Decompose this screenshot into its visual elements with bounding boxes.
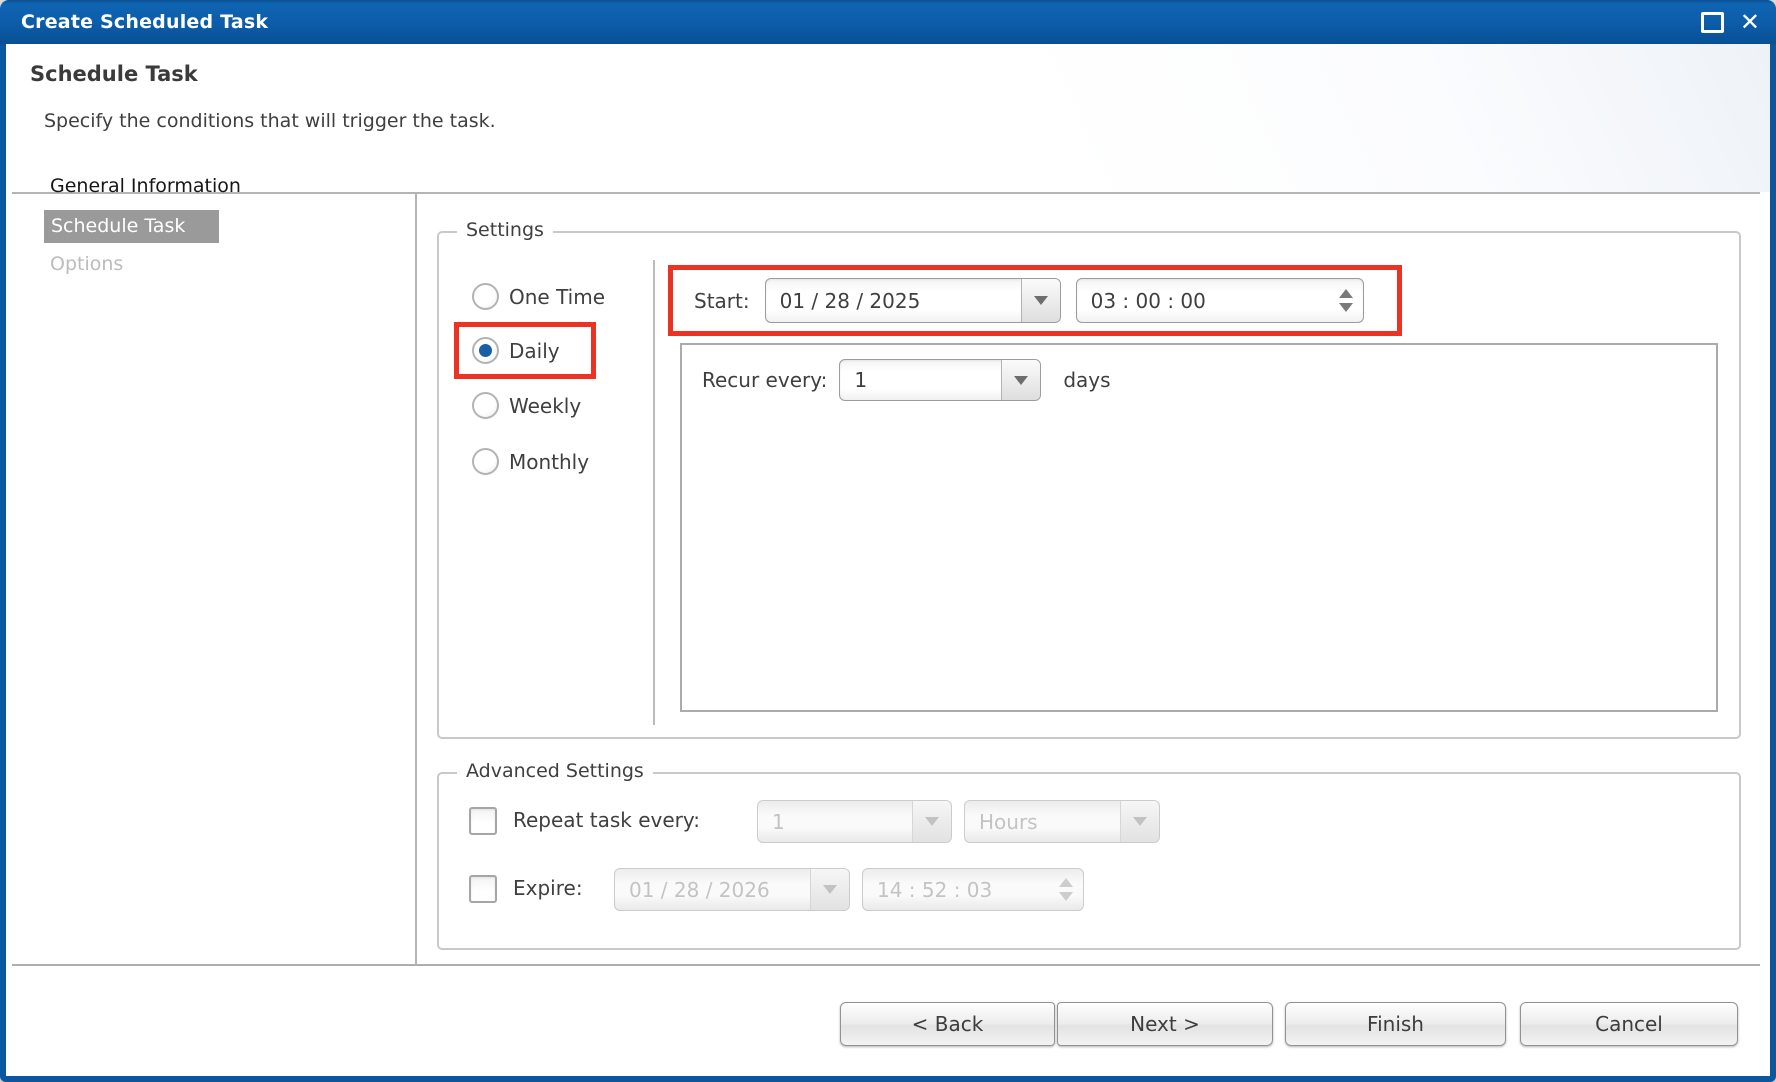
repeat-interval-value: 1 bbox=[758, 810, 785, 834]
chevron-down-icon bbox=[912, 801, 951, 842]
advanced-settings-legend: Advanced Settings bbox=[457, 760, 653, 782]
chevron-down-icon[interactable] bbox=[1021, 279, 1060, 322]
header-separator bbox=[12, 192, 1760, 194]
radio-monthly[interactable]: Monthly bbox=[472, 448, 589, 475]
start-highlight-box: Start: 01 / 28 / 2025 03 : 00 : 00 bbox=[668, 265, 1402, 336]
settings-inner-divider bbox=[653, 260, 655, 725]
spinner-arrows[interactable] bbox=[1339, 279, 1353, 322]
repeat-task-checkbox[interactable] bbox=[469, 807, 497, 835]
daily-options-panel: Recur every: 1 days bbox=[680, 343, 1718, 712]
create-scheduled-task-dialog: Create Scheduled Task ✕ Schedule Task Sp… bbox=[0, 0, 1776, 1082]
dialog-content: Schedule Task Specify the conditions tha… bbox=[6, 44, 1770, 1076]
expire-time-spinner: 14 : 52 : 03 bbox=[862, 868, 1084, 911]
chevron-down-icon[interactable] bbox=[1001, 360, 1040, 400]
recur-every-label: Recur every: bbox=[702, 368, 827, 392]
close-icon[interactable]: ✕ bbox=[1740, 10, 1760, 34]
repeat-unit-value: Hours bbox=[965, 810, 1038, 834]
start-time-spinner[interactable]: 03 : 00 : 00 bbox=[1076, 278, 1364, 323]
recur-row: Recur every: 1 days bbox=[702, 359, 1111, 401]
start-date-dropdown[interactable]: 01 / 28 / 2025 bbox=[765, 278, 1061, 323]
next-button[interactable]: Next > bbox=[1057, 1002, 1273, 1046]
page-title: Schedule Task bbox=[30, 62, 198, 86]
repeat-unit-dropdown: Hours bbox=[964, 800, 1160, 843]
radio-weekly[interactable]: Weekly bbox=[472, 392, 581, 419]
repeat-task-row: Repeat task every: 1 Hours bbox=[439, 800, 1739, 844]
radio-one-time[interactable]: One Time bbox=[472, 283, 605, 310]
finish-button[interactable]: Finish bbox=[1285, 1002, 1506, 1046]
cancel-button[interactable]: Cancel bbox=[1520, 1002, 1738, 1046]
window-controls: ✕ bbox=[1701, 0, 1760, 44]
expire-time-value: 14 : 52 : 03 bbox=[863, 878, 992, 902]
recur-value-dropdown[interactable]: 1 bbox=[839, 359, 1041, 401]
radio-weekly-circle[interactable] bbox=[472, 392, 499, 419]
chevron-down-icon bbox=[810, 869, 849, 910]
radio-monthly-circle[interactable] bbox=[472, 448, 499, 475]
sidebar-item-schedule-task[interactable]: Schedule Task bbox=[44, 210, 219, 243]
start-label: Start: bbox=[694, 289, 750, 313]
recur-unit-label: days bbox=[1063, 368, 1110, 392]
radio-weekly-label: Weekly bbox=[509, 394, 581, 418]
window-title: Create Scheduled Task bbox=[21, 11, 268, 33]
spin-up-icon[interactable] bbox=[1339, 289, 1353, 298]
advanced-settings-groupbox: Advanced Settings Repeat task every: 1 H… bbox=[437, 772, 1741, 950]
radio-one-time-label: One Time bbox=[509, 285, 605, 309]
spin-down-icon bbox=[1059, 892, 1073, 901]
sidebar-item-general-information[interactable]: General Information bbox=[50, 175, 241, 197]
settings-groupbox: Settings One Time Daily Weekly Monthly bbox=[437, 231, 1741, 739]
chevron-down-icon bbox=[1120, 801, 1159, 842]
expire-label: Expire: bbox=[513, 876, 583, 900]
back-button[interactable]: < Back bbox=[840, 1002, 1055, 1046]
start-date-value: 01 / 28 / 2025 bbox=[766, 289, 921, 313]
recur-value: 1 bbox=[840, 368, 867, 392]
maximize-icon[interactable] bbox=[1701, 12, 1724, 33]
expire-row: Expire: 01 / 28 / 2026 14 : 52 : 03 bbox=[439, 868, 1739, 912]
expire-checkbox[interactable] bbox=[469, 875, 497, 903]
expire-date-value: 01 / 28 / 2026 bbox=[615, 878, 770, 902]
titlebar[interactable]: Create Scheduled Task ✕ bbox=[0, 0, 1776, 44]
sidebar-item-options: Options bbox=[50, 253, 123, 275]
page-subtitle: Specify the conditions that will trigger… bbox=[44, 110, 496, 132]
spin-up-icon bbox=[1059, 878, 1073, 887]
repeat-task-label: Repeat task every: bbox=[513, 808, 700, 832]
start-time-value: 03 : 00 : 00 bbox=[1077, 289, 1206, 313]
expire-date-dropdown: 01 / 28 / 2026 bbox=[614, 868, 850, 911]
repeat-interval-dropdown: 1 bbox=[757, 800, 952, 843]
daily-highlight-box bbox=[454, 322, 596, 379]
spin-down-icon[interactable] bbox=[1339, 303, 1353, 312]
sidebar-divider bbox=[415, 193, 417, 964]
radio-one-time-circle[interactable] bbox=[472, 283, 499, 310]
footer-separator bbox=[12, 964, 1760, 966]
settings-legend: Settings bbox=[457, 219, 553, 241]
radio-monthly-label: Monthly bbox=[509, 450, 589, 474]
spinner-arrows bbox=[1059, 869, 1073, 910]
